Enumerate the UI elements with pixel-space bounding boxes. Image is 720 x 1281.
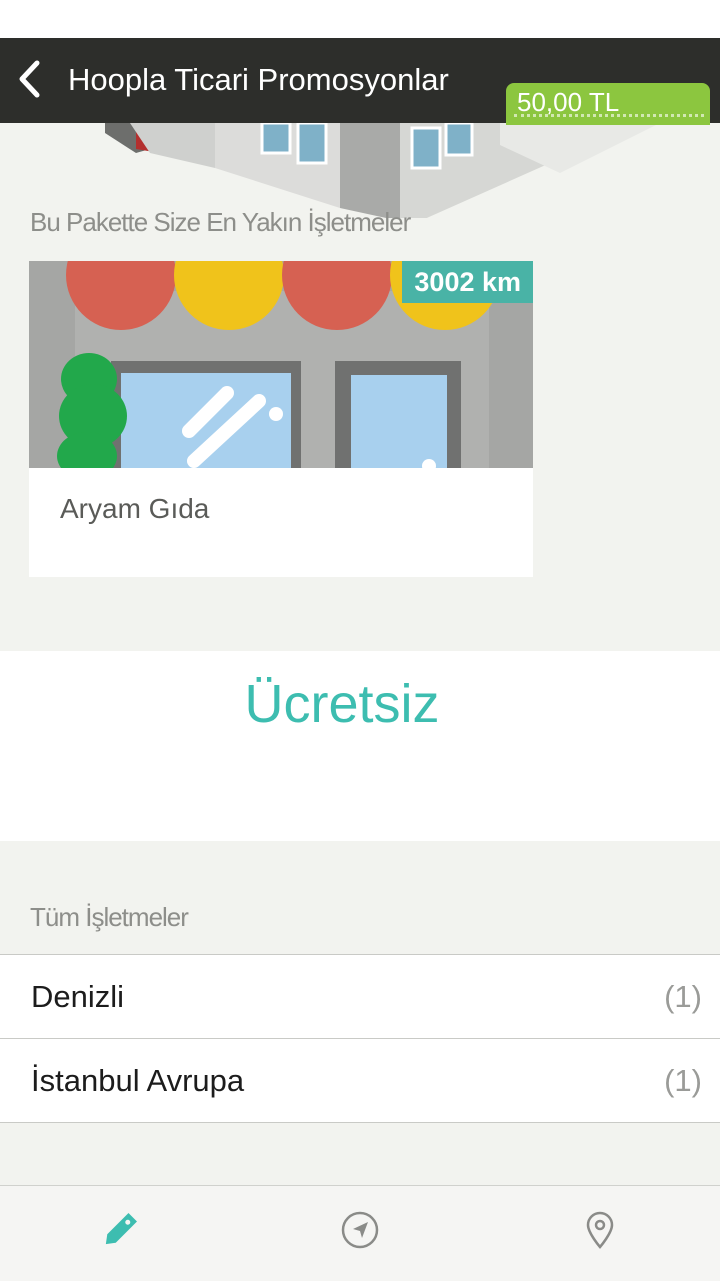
location-name: İstanbul Avrupa — [31, 1063, 245, 1098]
back-button[interactable] — [10, 56, 50, 102]
chevron-left-icon — [19, 60, 40, 98]
price-badge: 50,00 TL — [506, 83, 710, 125]
location-count: (1) — [664, 1063, 702, 1098]
business-card-image: 3002 km — [29, 261, 533, 468]
business-name: Aryam Gıda — [60, 493, 210, 524]
tab-bar — [0, 1185, 720, 1281]
tab-nearby[interactable] — [338, 1208, 382, 1252]
location-count: (1) — [664, 979, 702, 1014]
nearby-section-title: Bu Pakette Size En Yakın İşletmeler — [30, 207, 411, 237]
business-location-list: Denizli (1) İstanbul Avrupa (1) — [0, 954, 720, 1123]
free-label: Ücretsiz — [244, 674, 440, 734]
page-title: Hoopla Ticari Promosyonlar — [68, 62, 449, 97]
list-item[interactable]: İstanbul Avrupa (1) — [0, 1039, 720, 1123]
all-businesses-section-title: Tüm İşletmeler — [30, 902, 189, 932]
business-card[interactable]: 3002 km Aryam Gıda — [29, 261, 533, 577]
price-badge-subtext — [514, 114, 704, 123]
tag-icon — [105, 1213, 137, 1245]
tab-deals[interactable] — [98, 1208, 142, 1252]
price-panel: Ücretsiz — [0, 651, 720, 841]
hero-building-illustration — [0, 123, 720, 218]
list-item[interactable]: Denizli (1) — [0, 955, 720, 1039]
map-pin-icon — [586, 1211, 614, 1249]
status-bar — [0, 0, 720, 38]
tab-locations[interactable] — [578, 1208, 622, 1252]
distance-badge: 3002 km — [402, 261, 533, 303]
location-name: Denizli — [31, 979, 125, 1014]
navigation-arrow-icon — [341, 1211, 379, 1249]
